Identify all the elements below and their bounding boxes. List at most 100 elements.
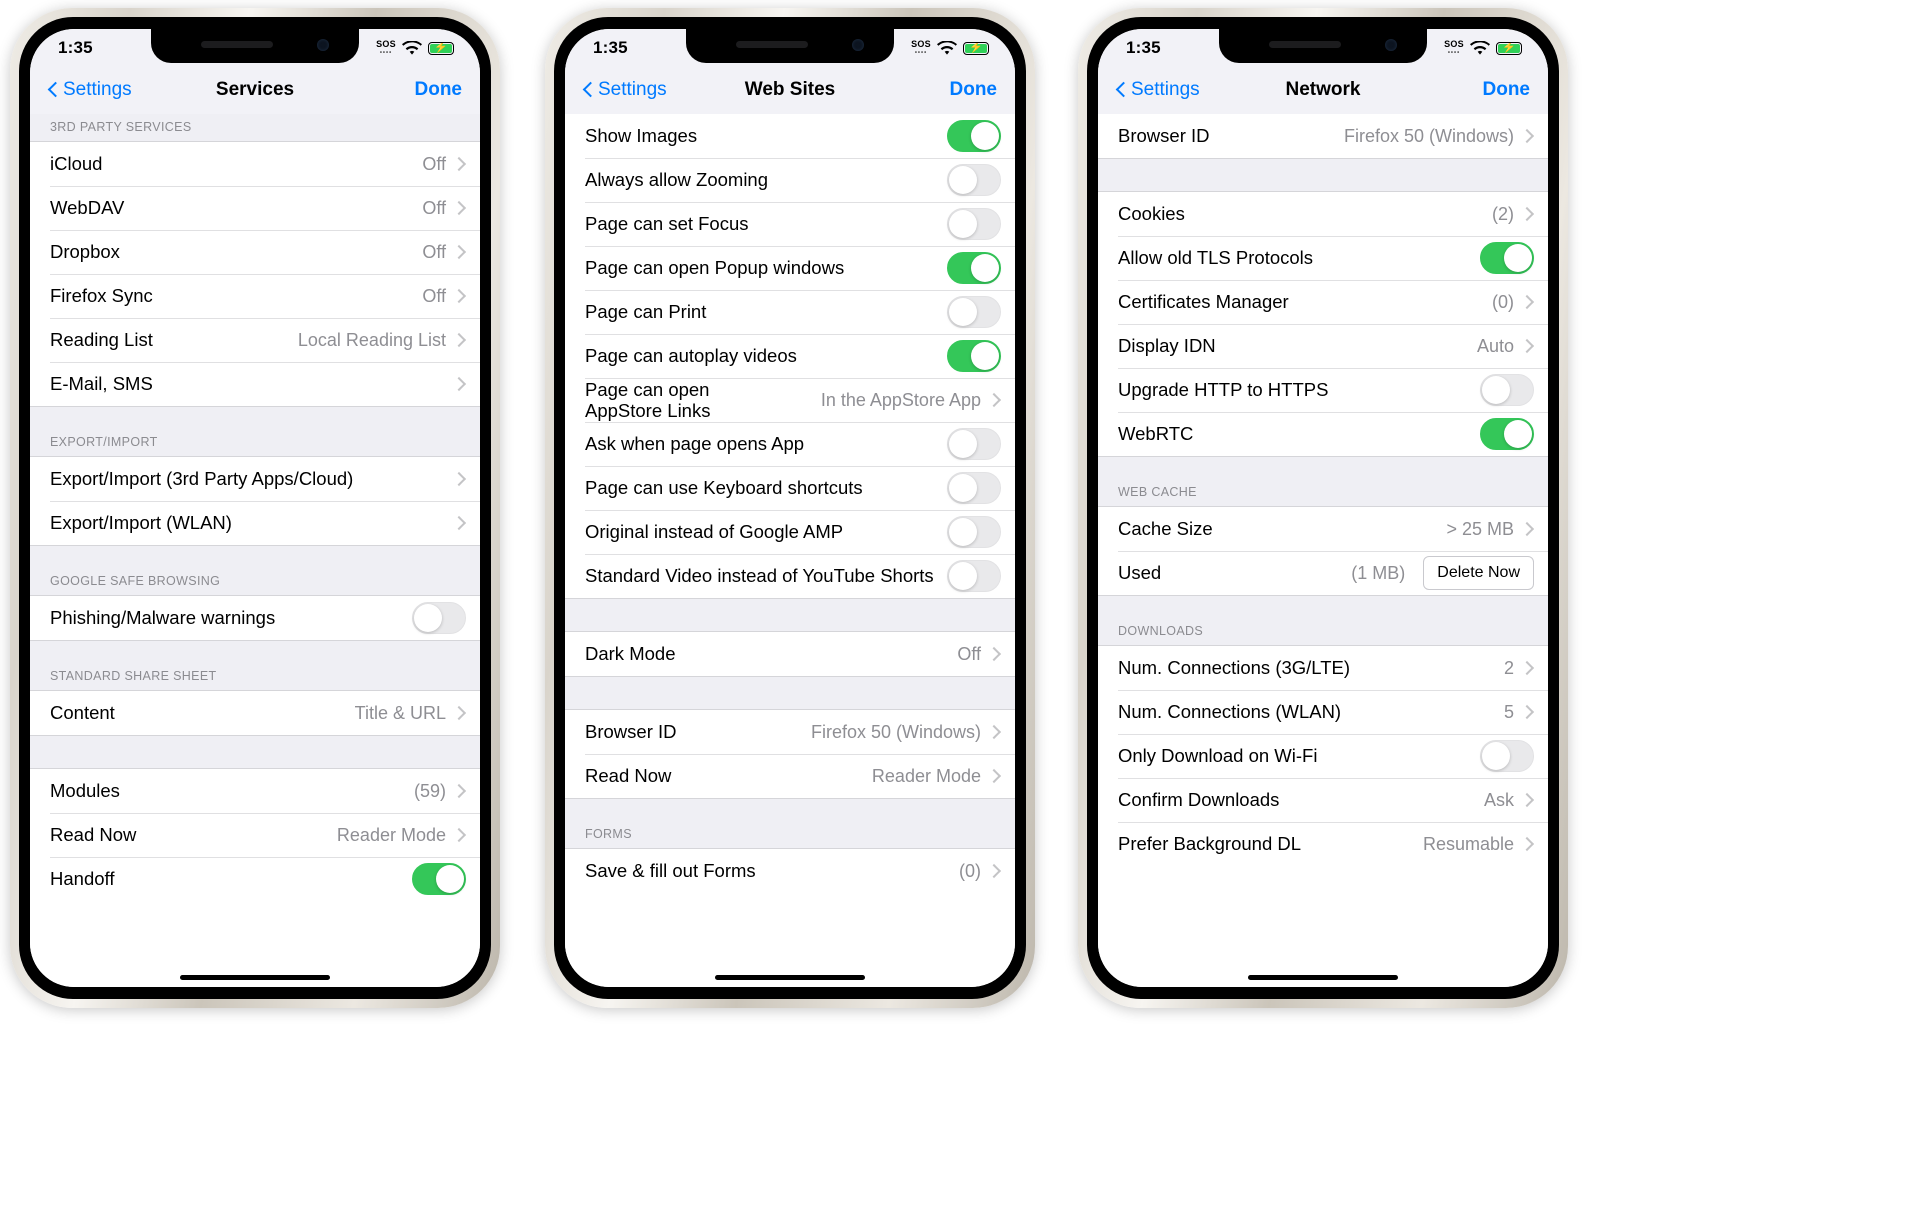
- list-row[interactable]: Cookies (2): [1098, 192, 1548, 236]
- list-row[interactable]: Prefer Background DL Resumable: [1098, 822, 1548, 866]
- settings-list-services[interactable]: 3RD PARTY SERVICES iCloud Off WebDAV Off Drop…: [30, 114, 480, 987]
- row-label: Cookies: [1118, 203, 1185, 225]
- list-row[interactable]: E-Mail, SMS: [30, 362, 480, 406]
- list-row[interactable]: Only Download on Wi-Fi: [1098, 734, 1548, 778]
- list-row[interactable]: Phishing/Malware warnings: [30, 596, 480, 640]
- toggle-knob: [436, 865, 464, 893]
- list-row[interactable]: Upgrade HTTP to HTTPS: [1098, 368, 1548, 412]
- row-label: Page can open AppStore Links: [585, 378, 711, 421]
- toggle-switch[interactable]: [947, 208, 1001, 240]
- list-row[interactable]: Original instead of Google AMP: [565, 510, 1015, 554]
- toggle-switch[interactable]: [947, 560, 1001, 592]
- toggle-switch[interactable]: [1480, 418, 1534, 450]
- sos-indicator: SOS ••••: [376, 39, 396, 57]
- chevron-right-icon: [454, 513, 466, 533]
- row-label: Dropbox: [50, 241, 120, 263]
- list-row[interactable]: Always allow Zooming: [565, 158, 1015, 202]
- row-label: Page can use Keyboard shortcuts: [585, 477, 863, 499]
- list-row[interactable]: Content Title & URL: [30, 691, 480, 735]
- list-row[interactable]: Modules (59): [30, 769, 480, 813]
- phone-screen: 1:35 SOS •••• ⚡ Settings Web Sites Done Show Im…: [565, 29, 1015, 987]
- list-row[interactable]: iCloud Off: [30, 142, 480, 186]
- toggle-switch[interactable]: [947, 296, 1001, 328]
- list-row[interactable]: Read Now Reader Mode: [565, 754, 1015, 798]
- list-row[interactable]: Show Images: [565, 114, 1015, 158]
- list-row[interactable]: Read Now Reader Mode: [30, 813, 480, 857]
- section-header: WEB CACHE: [1098, 456, 1548, 507]
- home-indicator[interactable]: [1248, 975, 1398, 980]
- list-row[interactable]: Page can autoplay videos: [565, 334, 1015, 378]
- phone-bezel: 1:35 SOS •••• ⚡ Settings Web Sites Done Show Im…: [554, 17, 1026, 999]
- list-row[interactable]: Dropbox Off: [30, 230, 480, 274]
- toggle-switch[interactable]: [947, 340, 1001, 372]
- list-row[interactable]: Page can open Popup windows: [565, 246, 1015, 290]
- list-row[interactable]: Page can use Keyboard shortcuts: [565, 466, 1015, 510]
- toggle-switch[interactable]: [947, 164, 1001, 196]
- home-indicator[interactable]: [715, 975, 865, 980]
- row-value: 2: [1503, 657, 1514, 678]
- list-row[interactable]: Confirm Downloads Ask: [1098, 778, 1548, 822]
- toggle-switch[interactable]: [1480, 740, 1534, 772]
- list-row[interactable]: Certificates Manager (0): [1098, 280, 1548, 324]
- list-row[interactable]: Firefox Sync Off: [30, 274, 480, 318]
- list-row[interactable]: Dark Mode Off: [565, 632, 1015, 676]
- toggle-switch[interactable]: [412, 863, 466, 895]
- row-label: iCloud: [50, 153, 103, 175]
- row-value: Local Reading List: [297, 329, 446, 350]
- done-button-services[interactable]: Done: [415, 79, 463, 101]
- chevron-right-icon: [989, 644, 1001, 664]
- toggle-switch[interactable]: [947, 252, 1001, 284]
- list-row[interactable]: Display IDN Auto: [1098, 324, 1548, 368]
- toggle-switch[interactable]: [947, 120, 1001, 152]
- done-button-websites[interactable]: Done: [950, 79, 998, 101]
- back-button-network[interactable]: Settings: [1116, 79, 1200, 101]
- settings-list-websites[interactable]: Show Images Always allow Zooming Page can …: [565, 114, 1015, 987]
- row-value: > 25 MB: [1446, 518, 1514, 539]
- list-row[interactable]: Browser ID Firefox 50 (Windows): [565, 710, 1015, 754]
- list-row[interactable]: Browser ID Firefox 50 (Windows): [1098, 114, 1548, 158]
- list-row[interactable]: Ask when page opens App: [565, 422, 1015, 466]
- list-row[interactable]: Allow old TLS Protocols: [1098, 236, 1548, 280]
- list-row[interactable]: Page can Print: [565, 290, 1015, 334]
- camera-icon: [317, 39, 329, 51]
- row-value: Firefox 50 (Windows): [810, 721, 981, 742]
- list-row[interactable]: Save & fill out Forms (0): [565, 849, 1015, 893]
- list-row[interactable]: Standard Video instead of YouTube Shorts: [565, 554, 1015, 598]
- toggle-switch[interactable]: [412, 602, 466, 634]
- phone-screen: 1:35 SOS •••• ⚡ Settings Services Done 3RD PART…: [30, 29, 480, 987]
- speaker-icon: [201, 41, 273, 48]
- toggle-knob: [971, 342, 999, 370]
- list-row[interactable]: Export/Import (WLAN): [30, 501, 480, 545]
- list-row[interactable]: Num. Connections (WLAN) 5: [1098, 690, 1548, 734]
- settings-list-network[interactable]: Browser ID Firefox 50 (Windows) Cookies (2)…: [1098, 114, 1548, 987]
- list-row[interactable]: Num. Connections (3G/LTE) 2: [1098, 646, 1548, 690]
- toggle-switch[interactable]: [1480, 374, 1534, 406]
- home-indicator[interactable]: [180, 975, 330, 980]
- status-indicators: SOS •••• ⚡: [911, 40, 989, 56]
- toggle-switch[interactable]: [947, 472, 1001, 504]
- status-clock: 1:35: [58, 38, 93, 57]
- toggle-switch[interactable]: [947, 516, 1001, 548]
- delete-now-button[interactable]: Delete Now: [1423, 556, 1534, 590]
- row-label: Handoff: [50, 868, 115, 890]
- row-label: Confirm Downloads: [1118, 789, 1280, 811]
- battery-charging-icon: ⚡: [963, 41, 989, 55]
- back-button-websites[interactable]: Settings: [583, 79, 667, 101]
- row-value: Firefox 50 (Windows): [1343, 125, 1514, 146]
- list-row[interactable]: Page can set Focus: [565, 202, 1015, 246]
- done-button-network[interactable]: Done: [1483, 79, 1531, 101]
- list-row[interactable]: WebRTC: [1098, 412, 1548, 456]
- chevron-right-icon: [989, 390, 1001, 410]
- back-button-services[interactable]: Settings: [48, 79, 132, 101]
- list-row[interactable]: Used (1 MB) Delete Now: [1098, 551, 1548, 595]
- list-row[interactable]: Handoff: [30, 857, 480, 901]
- list-row[interactable]: Export/Import (3rd Party Apps/Cloud): [30, 457, 480, 501]
- toggle-switch[interactable]: [947, 428, 1001, 460]
- list-row[interactable]: Cache Size > 25 MB: [1098, 507, 1548, 551]
- chevron-right-icon: [454, 242, 466, 262]
- chevron-right-icon: [1522, 834, 1534, 854]
- toggle-switch[interactable]: [1480, 242, 1534, 274]
- list-row[interactable]: Reading List Local Reading List: [30, 318, 480, 362]
- list-row[interactable]: Page can open AppStore Links In the AppSto…: [565, 378, 1015, 422]
- list-row[interactable]: WebDAV Off: [30, 186, 480, 230]
